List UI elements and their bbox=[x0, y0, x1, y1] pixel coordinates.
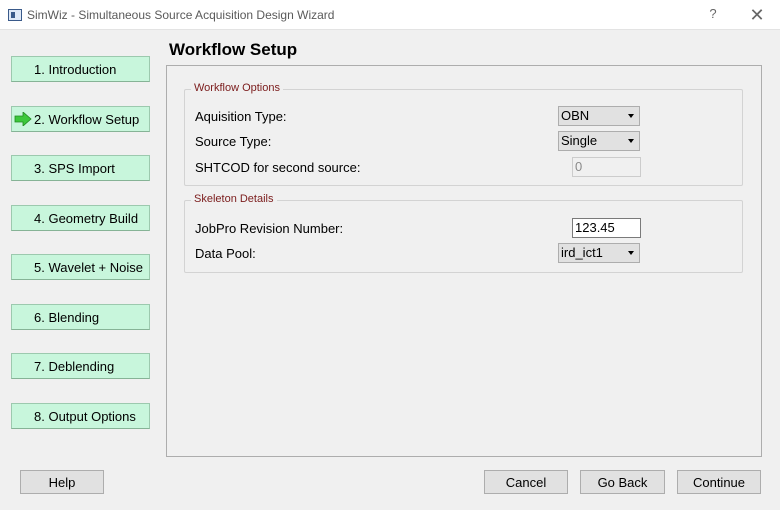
source-type-label: Source Type: bbox=[195, 134, 272, 149]
jobpro-revision-input[interactable]: 123.45 bbox=[572, 218, 641, 238]
go-back-button[interactable]: Go Back bbox=[580, 470, 665, 494]
step-label: 5. Wavelet + Noise bbox=[34, 259, 143, 275]
close-icon[interactable]: ✕ bbox=[744, 4, 770, 26]
acquisition-type-dropdown[interactable]: OBN bbox=[558, 106, 640, 126]
green-right-arrow-icon bbox=[14, 112, 32, 126]
cancel-button[interactable]: Cancel bbox=[484, 470, 568, 494]
shtcod-input: 0 bbox=[572, 157, 641, 177]
step-button-blending[interactable]: 6. Blending bbox=[11, 304, 150, 330]
step-button-deblending[interactable]: 7. Deblending bbox=[11, 353, 150, 379]
continue-button[interactable]: Continue bbox=[677, 470, 761, 494]
step-button-wavelet-noise[interactable]: 5. Wavelet + Noise bbox=[11, 254, 150, 280]
step-label: 6. Blending bbox=[34, 309, 100, 325]
step-label: 2. Workflow Setup bbox=[34, 111, 140, 127]
data-pool-dropdown[interactable]: ird_ict1 bbox=[558, 243, 640, 263]
step-button-geometry-build[interactable]: 4. Geometry Build bbox=[11, 205, 150, 231]
step-label: 7. Deblending bbox=[34, 358, 115, 374]
shtcod-value: 0 bbox=[575, 159, 583, 174]
skeleton-details-group: Skeleton Details bbox=[184, 193, 743, 273]
app-icon bbox=[8, 9, 22, 21]
step-button-introduction[interactable]: 1. Introduction bbox=[11, 56, 150, 82]
shtcod-label: SHTCOD for second source: bbox=[195, 160, 361, 175]
help-question-icon[interactable]: ? bbox=[703, 6, 723, 24]
group-title: Skeleton Details bbox=[191, 193, 277, 205]
group-title: Workflow Options bbox=[191, 82, 283, 94]
step-label: 8. Output Options bbox=[34, 408, 136, 424]
data-pool-value: ird_ict1 bbox=[561, 245, 603, 260]
acquisition-type-label: Aquisition Type: bbox=[195, 109, 287, 124]
jobpro-revision-label: JobPro Revision Number: bbox=[195, 221, 344, 236]
dropdown-caret-icon bbox=[628, 114, 634, 118]
title-bar: SimWiz - Simultaneous Source Acquisition… bbox=[0, 0, 780, 30]
step-label: 4. Geometry Build bbox=[34, 210, 139, 226]
data-pool-label: Data Pool: bbox=[195, 246, 256, 261]
acquisition-type-value: OBN bbox=[561, 108, 590, 123]
jobpro-revision-value: 123.45 bbox=[575, 220, 615, 235]
step-button-sps-import[interactable]: 3. SPS Import bbox=[11, 155, 150, 181]
step-label: 3. SPS Import bbox=[34, 160, 115, 176]
dropdown-caret-icon bbox=[628, 251, 634, 255]
window-title: SimWiz - Simultaneous Source Acquisition… bbox=[27, 8, 335, 22]
source-type-value: Single bbox=[561, 133, 598, 148]
source-type-dropdown[interactable]: Single bbox=[558, 131, 640, 151]
step-button-workflow-setup[interactable]: 2. Workflow Setup bbox=[11, 106, 150, 132]
dropdown-caret-icon bbox=[628, 139, 634, 143]
help-button[interactable]: Help bbox=[20, 470, 104, 494]
step-label: 1. Introduction bbox=[34, 61, 117, 77]
step-button-output-options[interactable]: 8. Output Options bbox=[11, 403, 150, 429]
page-title: Workflow Setup bbox=[169, 40, 298, 59]
